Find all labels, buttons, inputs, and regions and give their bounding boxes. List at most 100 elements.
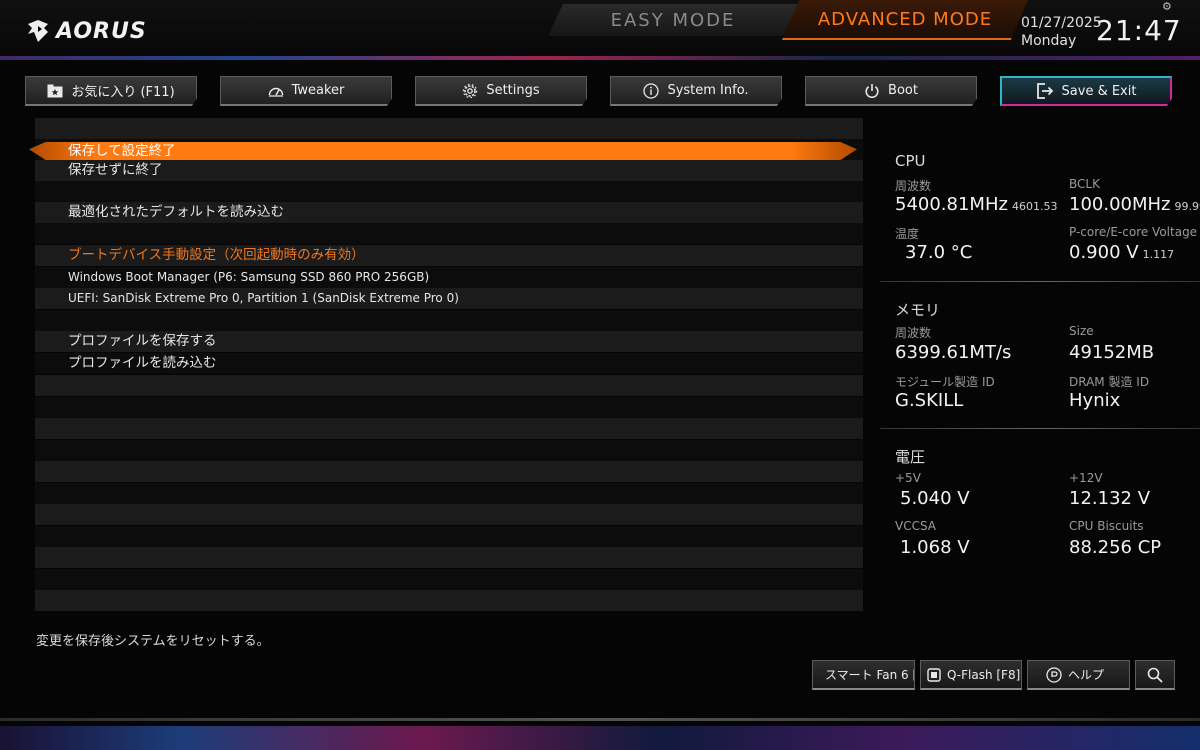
power-icon <box>865 83 879 98</box>
boot-override-title: ブートデバイス手動設定（次回起動時のみ有効） <box>68 247 365 263</box>
tab-favorites-label: お気に入り (F11) <box>71 85 175 100</box>
tab-settings[interactable]: Settings <box>415 76 587 106</box>
tab-system-info[interactable]: System Info. <box>610 76 782 106</box>
memory-size-value: 49152MB <box>1069 342 1155 363</box>
cpu-freq-label: 周波数 <box>895 179 932 193</box>
bclk-label: BCLK <box>1069 177 1100 191</box>
easy-mode-button[interactable]: EASY MODE <box>548 4 798 36</box>
core-voltage-label: P-core/E-core Voltage <box>1069 225 1198 239</box>
help-description: 変更を保存後システムをリセットする。 <box>36 634 270 649</box>
tab-tweaker[interactable]: Tweaker <box>220 76 392 106</box>
top-bar: AORUS EASY MODE ADVANCED MODE 01/27/2025… <box>0 0 1200 62</box>
weekday-text: Monday <box>1021 33 1077 49</box>
section-divider <box>880 428 1200 429</box>
clock: 21:47 <box>1096 14 1182 47</box>
voltage-section-title: 電圧 <box>895 448 926 466</box>
menu-row-blank <box>35 440 863 461</box>
footer-accent-stripe <box>0 726 1200 750</box>
core-voltage-value: 0.900 V 1.117 <box>1069 242 1174 263</box>
section-divider <box>880 281 1200 282</box>
menu-item-load-profile[interactable]: プロファイルを読み込む <box>35 353 863 374</box>
logo-text: AORUS <box>56 18 147 44</box>
qflash-icon <box>927 667 941 682</box>
menu-row-blank <box>35 483 863 504</box>
tab-boot[interactable]: Boot <box>805 76 977 106</box>
menu-item-load-optimized-defaults[interactable]: 最適化されたデフォルトを読み込む <box>35 202 863 223</box>
memory-size-label: Size <box>1069 324 1094 338</box>
advanced-mode-button[interactable]: ADVANCED MODE <box>782 0 1028 40</box>
core-voltage-sub: 1.117 <box>1142 248 1175 261</box>
menu-row-blank <box>35 504 863 525</box>
tab-favorites[interactable]: お気に入り (F11) <box>25 76 197 106</box>
menu-item-label: 保存せずに終了 <box>68 162 163 178</box>
qflash-button[interactable]: Q-Flash [F8] <box>920 660 1022 690</box>
exit-icon <box>1036 83 1053 99</box>
menu-row-blank <box>35 547 863 568</box>
module-mfr-label: モジュール製造 ID <box>895 375 995 389</box>
tab-save-exit[interactable]: Save & Exit <box>1000 76 1172 106</box>
tab-boot-label: Boot <box>888 83 918 98</box>
menu-item-save-and-exit[interactable]: 保存して設定終了 <box>29 142 857 160</box>
dram-mfr-value: Hynix <box>1069 390 1121 411</box>
search-icon <box>1147 667 1163 683</box>
menu-row-blank <box>35 375 863 396</box>
bclk-main: 100.00MHz <box>1069 194 1171 215</box>
speedometer-icon <box>268 87 283 97</box>
date-display: 01/27/2025 Monday <box>1021 14 1102 50</box>
menu-item-boot-device-2[interactable]: UEFI: SanDisk Extreme Pro 0, Partition 1… <box>35 288 863 309</box>
tab-settings-label: Settings <box>486 83 540 98</box>
vccsa-value: 1.068 V <box>900 537 970 558</box>
tab-tweaker-label: Tweaker <box>291 83 345 98</box>
menu-row-blank <box>35 526 863 547</box>
cpu-freq-value: 5400.81MHz 4601.53 <box>895 194 1057 215</box>
menu-item-label: Windows Boot Manager (P6: Samsung SSD 86… <box>68 270 430 284</box>
help-icon <box>1046 666 1062 683</box>
menu-item-label: UEFI: SanDisk Extreme Pro 0, Partition 1… <box>68 291 459 305</box>
cpu-freq-main: 5400.81MHz <box>895 194 1008 215</box>
settings-gear-icon[interactable]: ⚙ <box>1162 0 1172 13</box>
menu-row-blank <box>35 223 863 244</box>
module-mfr-value: G.SKILL <box>895 390 964 411</box>
footer-divider <box>0 718 1200 721</box>
v5-label: +5V <box>895 471 921 485</box>
menu-row-blank <box>35 310 863 331</box>
v12-label: +12V <box>1069 471 1103 485</box>
menu-item-label: 保存して設定終了 <box>68 143 176 159</box>
cpu-biscuits-value: 88.256 CP <box>1069 537 1162 558</box>
v5-value: 5.040 V <box>900 488 970 509</box>
cpu-section-title: CPU <box>895 152 926 170</box>
tab-system-info-label: System Info. <box>667 83 749 98</box>
menu-item-label: プロファイルを読み込む <box>68 355 217 371</box>
menu-item-label: 最適化されたデフォルトを読み込む <box>68 204 284 220</box>
v12-value: 12.132 V <box>1069 488 1151 509</box>
help-label: ヘルプ <box>1068 668 1105 682</box>
save-exit-menu: 保存せずに終了 最適化されたデフォルトを読み込む ブートデバイス手動設定（次回起… <box>35 118 863 612</box>
menu-item-exit-without-saving[interactable]: 保存せずに終了 <box>35 160 863 181</box>
menu-item-save-profile[interactable]: プロファイルを保存する <box>35 331 863 352</box>
cpu-temp-value: 37.0 °C <box>905 242 973 263</box>
cpu-temp-label: 温度 <box>895 227 920 241</box>
menu-row-blank <box>35 181 863 202</box>
menu-row-blank <box>35 590 863 611</box>
menu-row-blank <box>35 569 863 590</box>
menu-row-blank <box>35 397 863 418</box>
search-button[interactable] <box>1135 660 1175 690</box>
menu-item-label: プロファイルを保存する <box>68 333 217 349</box>
qflash-label: Q-Flash [F8] <box>947 667 1021 682</box>
aorus-logo: AORUS <box>26 14 147 48</box>
menu-row-blank <box>35 461 863 482</box>
boot-override-header: ブートデバイス手動設定（次回起動時のみ有効） <box>35 245 863 266</box>
bclk-value: 100.00MHz99.99 <box>1069 194 1200 215</box>
menu-item-boot-device-1[interactable]: Windows Boot Manager (P6: Samsung SSD 86… <box>35 267 863 288</box>
core-voltage-main: 0.900 V <box>1069 242 1139 263</box>
eagle-icon <box>28 20 48 42</box>
menu-row-blank <box>35 118 863 139</box>
help-button[interactable]: ヘルプ <box>1027 660 1130 690</box>
smart-fan-button[interactable]: スマート Fan 6 [F <box>812 660 915 690</box>
header-accent-stripe <box>0 56 1200 60</box>
memory-freq-value: 6399.61MT/s <box>895 342 1012 363</box>
menu-row-blank <box>35 418 863 439</box>
bclk-sub: 99.99 <box>1174 200 1200 213</box>
dram-mfr-label: DRAM 製造 ID <box>1069 375 1150 389</box>
favorites-icon <box>47 84 63 97</box>
